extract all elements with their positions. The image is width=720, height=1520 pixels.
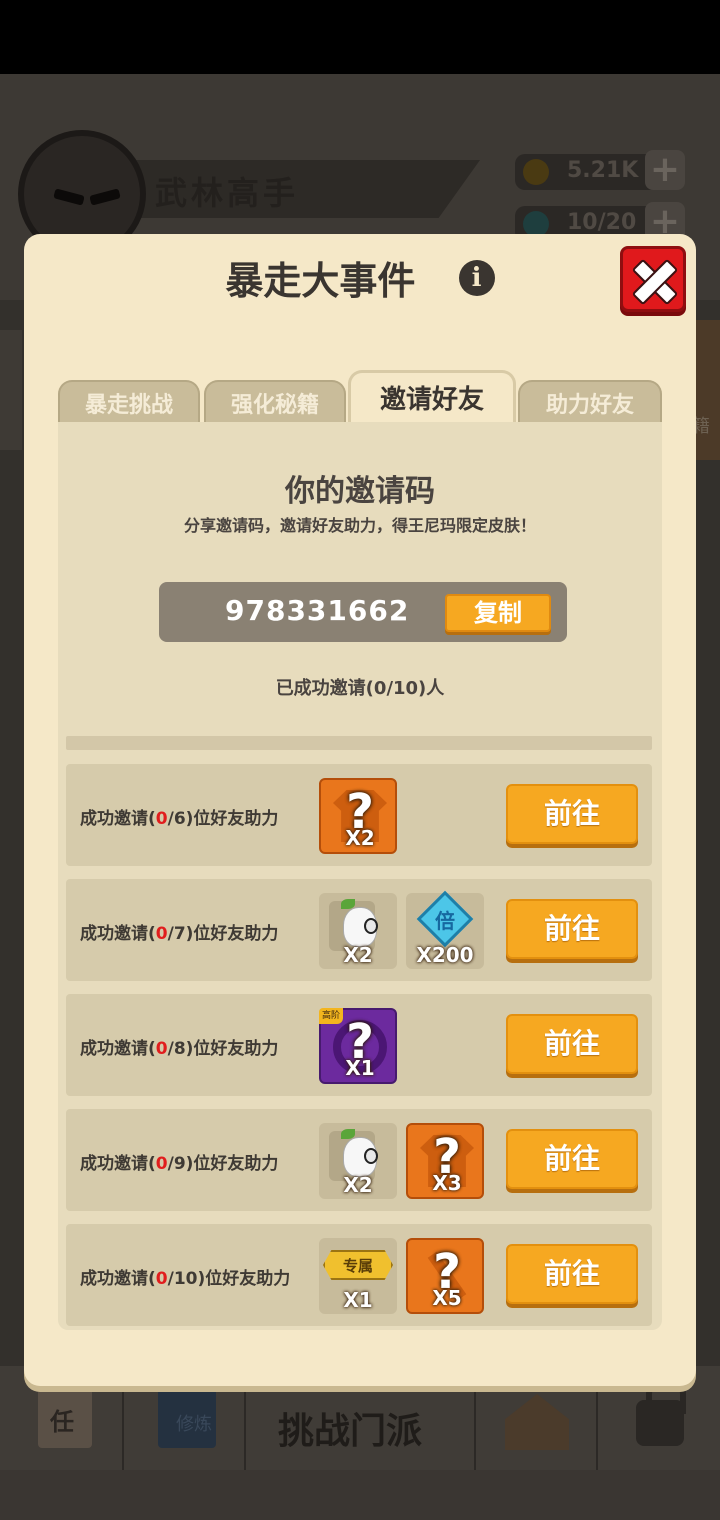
item-quantity: X3 (432, 1171, 462, 1195)
item-quantity: X2 (343, 943, 373, 967)
avatar-piece-icon[interactable]: X2 (319, 893, 397, 969)
reward-condition: 成功邀请(0/10)位好友助力 (80, 1269, 291, 1289)
tab-invite-friends[interactable]: 邀请好友 (348, 370, 516, 426)
item-quantity: X5 (432, 1286, 462, 1310)
reward-row: 成功邀请(0/8)位好友助力 ? 高阶 X1 前往 (66, 994, 652, 1096)
player-name: 武林高手 (155, 174, 300, 212)
reward-row: 成功邀请(0/9)位好友助力 X2 ? X3 前往 (66, 1109, 652, 1211)
multiplier-diamond-icon[interactable]: 倍 X200 (406, 890, 484, 969)
reward-condition: 成功邀请(0/9)位好友助力 (80, 1154, 279, 1174)
item-quantity: X2 (343, 1173, 373, 1197)
tab-rampage-challenge[interactable]: 暴走挑战 (58, 380, 200, 426)
invited-count: 已成功邀请(0/10)人 (275, 678, 445, 699)
invite-panel: 你的邀请码 分享邀请码，邀请好友助力，得王尼玛限定皮肤！ 978331662 复… (58, 422, 662, 1330)
reward-row: 成功邀请(0/10)位好友助力 专属 X1 ? X5 前往 (66, 1224, 652, 1326)
info-icon[interactable]: i (458, 259, 495, 296)
close-button[interactable] (620, 246, 686, 312)
reward-row: 成功邀请(0/6)位好友助力 ? X2 前往 (66, 764, 652, 866)
go-button[interactable]: 前往 (506, 1014, 638, 1074)
dialog-title: 暴走大事件 (225, 259, 416, 303)
advanced-tag: 高阶 (319, 1008, 343, 1024)
dialog-title-row: 暴走大事件 i (24, 250, 696, 305)
go-button[interactable]: 前往 (506, 899, 638, 959)
item-quantity: X2 (345, 826, 375, 850)
tab-enhance-manual[interactable]: 强化秘籍 (204, 380, 346, 426)
go-button[interactable]: 前往 (506, 784, 638, 844)
book-icon: 修炼 (158, 1386, 216, 1448)
lock-icon (636, 1380, 686, 1446)
coin-counter: 5.21K + (515, 150, 685, 190)
mystery-shirt-icon[interactable]: ? X2 (319, 778, 397, 854)
reward-row: 成功邀请(0/7)位好友助力 X2 倍 X200 前往 (66, 879, 652, 981)
invite-code-value[interactable]: 978331662 (225, 594, 409, 627)
coin-value: 5.21K (567, 158, 639, 183)
mystery-weapon-icon[interactable]: ? X5 (406, 1238, 484, 1314)
add-coin-button[interactable]: + (645, 150, 685, 190)
reward-condition: 成功邀请(0/6)位好友助力 (80, 809, 279, 829)
invite-code-subtitle: 分享邀请码，邀请好友助力，得王尼玛限定皮肤！ (183, 516, 536, 535)
coin-icon (523, 159, 549, 185)
tab-bar: 暴走挑战 强化秘籍 邀请好友 助力好友 (58, 370, 662, 426)
go-button[interactable]: 前往 (506, 1244, 638, 1304)
invite-code-box: 978331662 复制 (159, 582, 567, 642)
go-button[interactable]: 前往 (506, 1129, 638, 1189)
tab-help-friends[interactable]: 助力好友 (518, 380, 662, 426)
invite-code-title: 你的邀请码 (285, 474, 435, 509)
system-nav-bar (0, 1470, 720, 1520)
item-quantity: X1 (343, 1288, 373, 1312)
multiplier-label: 倍 (435, 909, 455, 933)
copy-button[interactable]: 复制 (445, 594, 551, 632)
advanced-mystery-icon[interactable]: ? 高阶 X1 (319, 1008, 397, 1084)
left-side-banner (0, 330, 22, 450)
reward-condition: 成功邀请(0/8)位好友助力 (80, 1039, 279, 1059)
mystery-shirt-icon[interactable]: ? X3 (406, 1123, 484, 1199)
status-bar (0, 0, 720, 74)
nav-challenge-label[interactable]: 挑战门派 (278, 1402, 422, 1454)
avatar-piece-icon[interactable]: X2 (319, 1123, 397, 1199)
reward-condition: 成功邀请(0/7)位好友助力 (80, 924, 279, 944)
list-top-divider (66, 736, 652, 750)
exclusive-badge-icon[interactable]: 专属 X1 (319, 1238, 397, 1314)
item-quantity: X200 (416, 943, 474, 967)
event-dialog: 暴走大事件 i 暴走挑战 强化秘籍 邀请好友 助力好友 你的邀请码 分享邀请码，… (24, 234, 696, 1386)
item-quantity: X1 (345, 1056, 375, 1080)
energy-value: 10/20 (567, 210, 637, 235)
scroll-icon: 任 (38, 1388, 92, 1448)
exclusive-label: 专属 (323, 1250, 393, 1280)
